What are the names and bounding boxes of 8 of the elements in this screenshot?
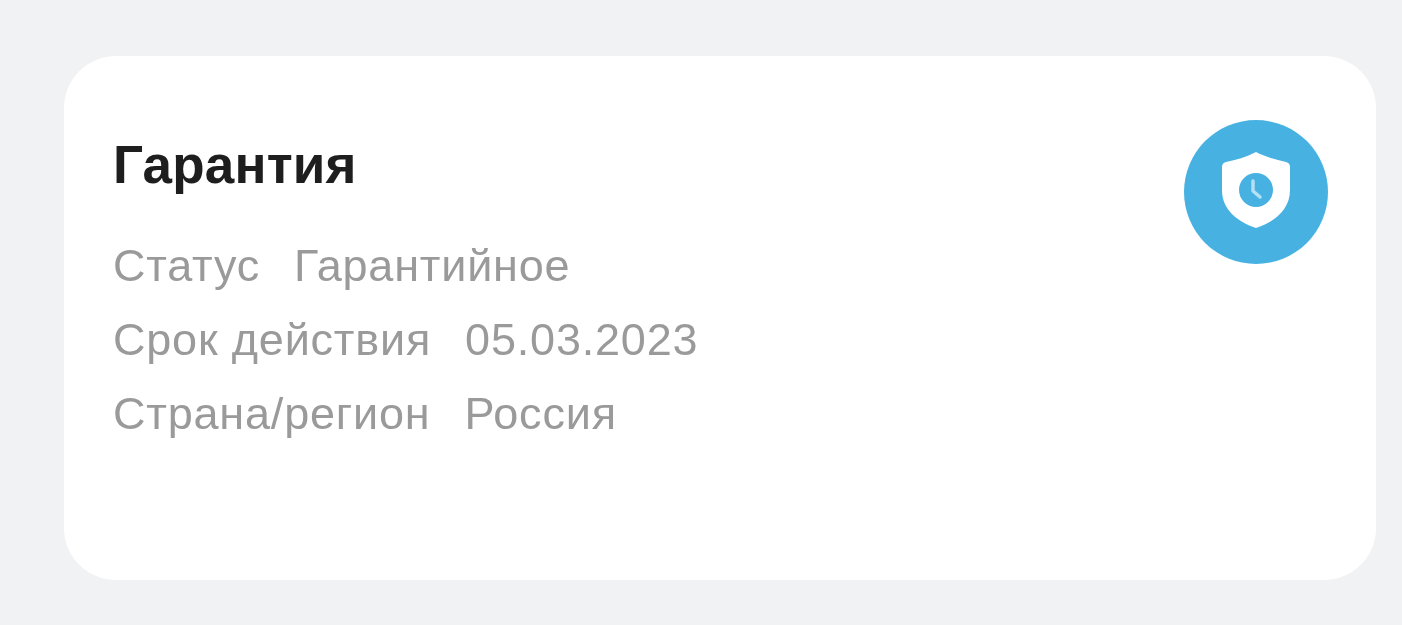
row-label: Страна/регион — [113, 387, 431, 441]
row-label: Срок действия — [113, 313, 432, 367]
card-title: Гарантия — [113, 135, 357, 195]
shield-clock-icon — [1184, 120, 1328, 264]
row-value: Россия — [464, 387, 617, 441]
row-value: Гарантийное — [294, 239, 571, 293]
row-value: 05.03.2023 — [465, 313, 699, 367]
row-label: Статус — [113, 239, 261, 293]
